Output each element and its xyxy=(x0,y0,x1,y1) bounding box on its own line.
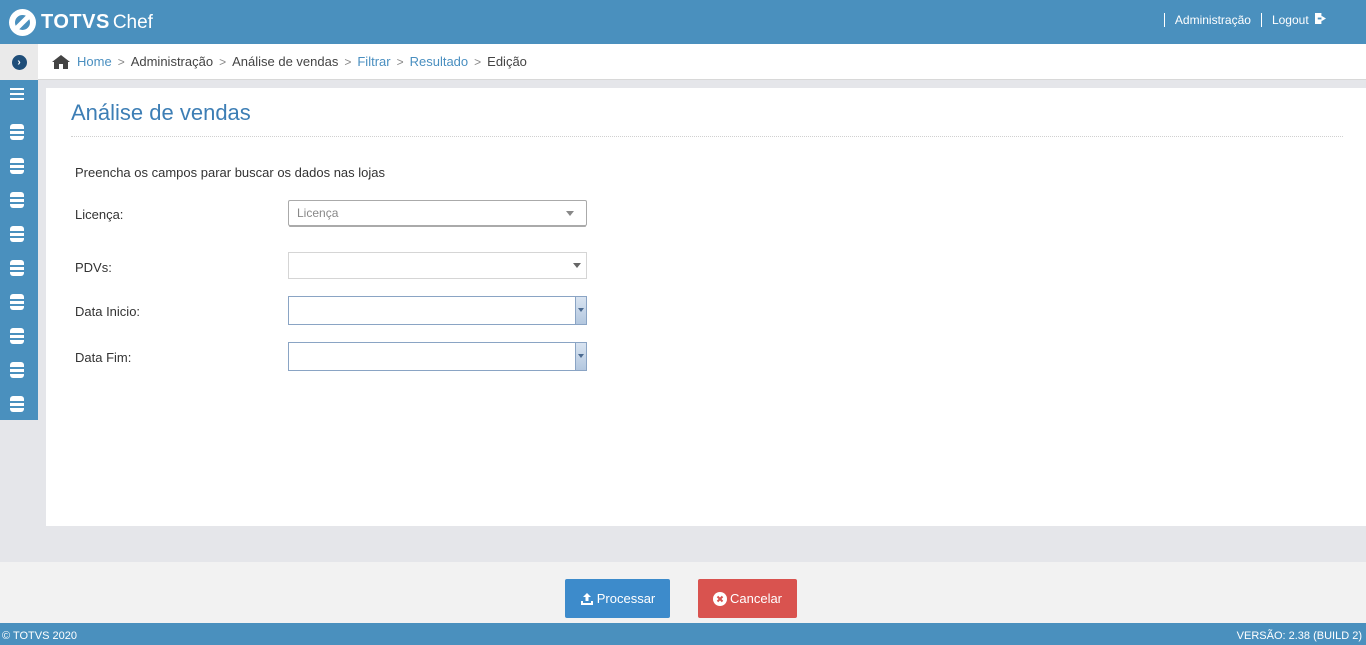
licenca-label: Licença: xyxy=(75,207,124,222)
database-icon[interactable] xyxy=(10,260,24,276)
instructions-text: Preencha os campos parar buscar os dados… xyxy=(75,165,386,180)
pdvs-label: PDVs: xyxy=(75,260,112,275)
divider xyxy=(71,136,1343,137)
database-icon[interactable] xyxy=(10,192,24,208)
data-fim-field[interactable] xyxy=(288,342,587,371)
logo-primary-text: TOTVS xyxy=(41,11,110,33)
logout-link[interactable]: Logout xyxy=(1272,13,1326,27)
data-inicio-field[interactable] xyxy=(288,296,587,325)
database-icon[interactable] xyxy=(10,226,24,242)
chevron-down-icon xyxy=(578,308,584,312)
totvs-logo-icon xyxy=(9,9,36,36)
breadcrumb-bar: › Home > Administração > Análise de vend… xyxy=(0,44,1366,80)
breadcrumb-resultado[interactable]: Resultado xyxy=(410,54,469,69)
database-icon[interactable] xyxy=(10,328,24,344)
chevron-right-icon: › xyxy=(11,54,27,70)
logout-label: Logout xyxy=(1271,13,1309,27)
sidebar-toggle-button[interactable]: › xyxy=(0,44,38,80)
breadcrumb-filtrar[interactable]: Filtrar xyxy=(357,54,390,69)
breadcrumb-administracao: Administração xyxy=(130,54,214,69)
data-inicio-dropdown-button[interactable] xyxy=(575,297,586,324)
licenca-select[interactable]: Licença xyxy=(288,200,587,226)
process-button[interactable]: Processar xyxy=(565,579,670,618)
chevron-down-icon xyxy=(578,354,584,358)
close-circle-icon xyxy=(712,591,727,606)
breadcrumb: Home > Administração > Análise de vendas… xyxy=(52,54,527,69)
breadcrumb-analise-vendas: Análise de vendas xyxy=(232,54,339,69)
breadcrumb-edicao: Edição xyxy=(487,54,527,69)
breadcrumb-separator-icon: > xyxy=(474,54,482,69)
breadcrumb-separator-icon: > xyxy=(219,54,227,69)
home-icon[interactable] xyxy=(52,54,70,69)
database-icon[interactable] xyxy=(10,158,24,174)
action-bar: Processar Cancelar xyxy=(0,562,1366,623)
breadcrumb-separator-icon: > xyxy=(344,54,352,69)
chevron-down-icon xyxy=(573,263,581,268)
database-icon[interactable] xyxy=(10,396,24,412)
copyright-text: © TOTVS 2020 xyxy=(2,630,77,642)
logo[interactable]: TOTVS Chef xyxy=(9,9,153,36)
process-button-label: Processar xyxy=(596,591,656,606)
page-title: Análise de vendas xyxy=(71,100,251,125)
breadcrumb-separator-icon: > xyxy=(396,54,404,69)
licenca-placeholder: Licença xyxy=(297,206,339,220)
version-text: VERSÃO: 2.38 (BUILD 2) xyxy=(1236,630,1362,642)
sidebar xyxy=(0,80,38,420)
divider xyxy=(1260,13,1262,27)
logo-secondary-text: Chef xyxy=(112,11,153,33)
database-icon[interactable] xyxy=(10,124,24,140)
top-bar: TOTVS Chef Administração Logout xyxy=(0,0,1366,44)
main-panel: Análise de vendas Preencha os campos par… xyxy=(46,88,1366,526)
pdvs-select[interactable] xyxy=(288,252,587,279)
breadcrumb-home[interactable]: Home xyxy=(77,54,112,69)
upload-icon xyxy=(580,592,593,605)
cancel-button[interactable]: Cancelar xyxy=(698,579,797,618)
menu-icon[interactable] xyxy=(10,88,26,104)
footer: © TOTVS 2020 VERSÃO: 2.38 (BUILD 2) xyxy=(0,623,1366,645)
divider xyxy=(1163,13,1165,27)
database-icon[interactable] xyxy=(10,294,24,310)
database-icon[interactable] xyxy=(10,362,24,378)
logout-icon xyxy=(1315,13,1326,24)
data-fim-label: Data Fim: xyxy=(75,350,132,365)
cancel-button-label: Cancelar xyxy=(729,591,783,606)
breadcrumb-separator-icon: > xyxy=(117,54,125,69)
admin-link[interactable]: Administração xyxy=(1175,13,1251,27)
top-links: Administração Logout xyxy=(1154,13,1326,27)
data-inicio-label: Data Inicio: xyxy=(75,304,141,319)
data-fim-dropdown-button[interactable] xyxy=(575,343,586,370)
chevron-down-icon xyxy=(566,211,574,216)
